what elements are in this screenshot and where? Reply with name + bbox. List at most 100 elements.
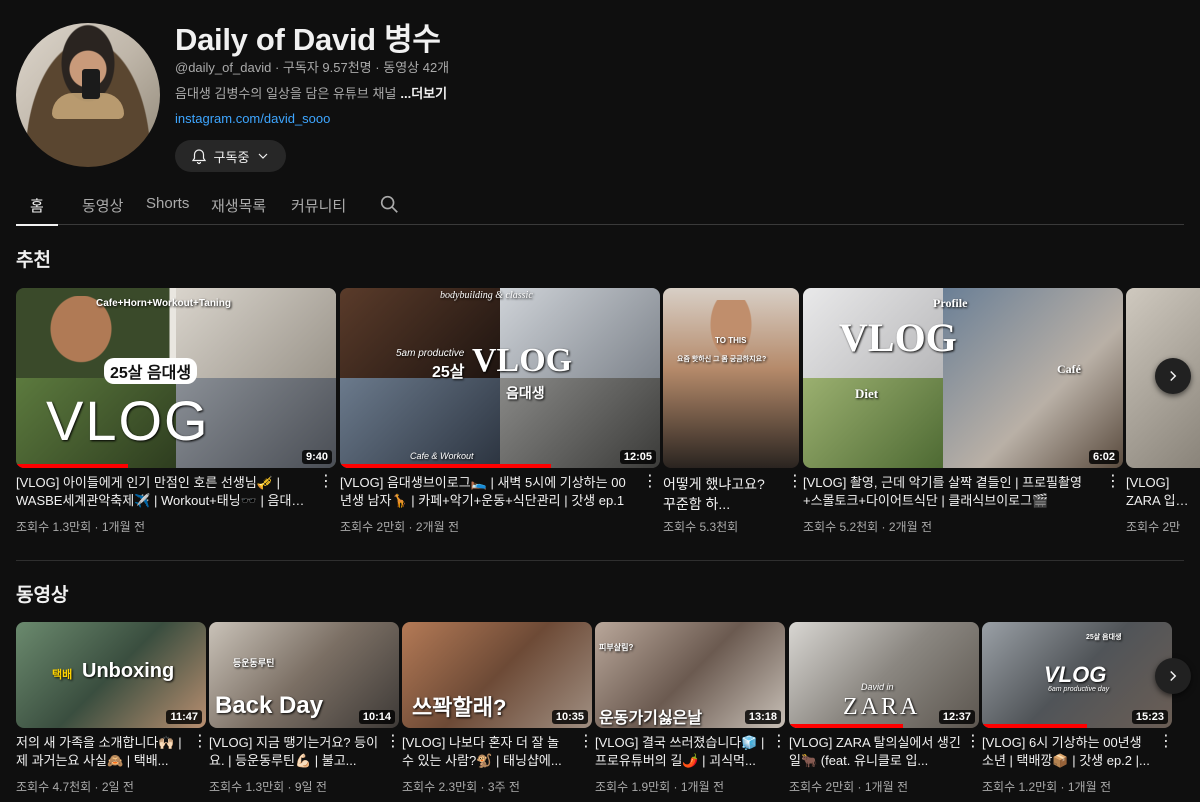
thumb-caption: Profile	[933, 296, 968, 310]
video-thumbnail[interactable]: David in ZARA 12:37	[789, 622, 979, 728]
thumb-caption: 25살 음대생	[1086, 634, 1122, 641]
video-title[interactable]: [VLOG] 지금 땡기는거요? 등이요. | 등운동루틴💪🏻 | 불고...	[209, 734, 381, 770]
chevron-down-icon	[259, 153, 268, 159]
thumb-caption: 6am productive day	[1048, 686, 1110, 693]
thumb-caption: David in	[861, 682, 894, 692]
more-vert-icon[interactable]: ⋮	[1158, 734, 1174, 750]
more-vert-icon[interactable]: ⋮	[578, 734, 594, 750]
video-title[interactable]: [VLOG] ZARA 탈의실에서 생긴 일🐂 (feat. 유니클로 입...	[789, 734, 961, 770]
thumb-caption: VLOG	[472, 342, 573, 379]
video-thumbnail[interactable]: 쓰꽉할래? 10:35	[402, 622, 592, 728]
video-stats: 조회수 1.2만회 · 1개월 전	[982, 780, 1112, 794]
video-card[interactable]: 피부살림? 운동가기싫은날 13:18 [VLOG] 결국 쓰러졌습니다🧊 | …	[595, 622, 787, 802]
video-card[interactable]: bodybuilding & classic 5am productive 25…	[340, 288, 662, 538]
thumb-caption: 운동가기싫은날	[599, 710, 703, 727]
video-duration: 15:23	[1131, 710, 1168, 724]
channel-name: Daily of David 병수	[175, 22, 441, 57]
video-title[interactable]: 어떻게 했냐고요? 꾸준함 하...	[663, 474, 773, 514]
thumb-caption: Cafe & Workout	[410, 451, 474, 461]
thumb-caption: Unboxing	[82, 660, 175, 682]
more-vert-icon[interactable]: ⋮	[1105, 474, 1121, 490]
tab-videos[interactable]: 동영상	[82, 195, 123, 216]
chevron-right-icon	[1170, 370, 1177, 382]
video-stats: 조회수 1.3만회 · 1개월 전	[16, 520, 146, 534]
watch-progress-bar	[789, 724, 903, 728]
carousel-next-button[interactable]	[1155, 358, 1191, 394]
video-title[interactable]: [VLOG] 음대생브이로그🛌 | 새벽 5시에 기상하는 00년생 남자🦒 |…	[340, 474, 630, 510]
thumb-caption: Diet	[855, 386, 879, 401]
channel-avatar[interactable]	[16, 23, 160, 167]
video-duration: 12:05	[619, 450, 656, 464]
video-duration: 11:47	[166, 710, 202, 724]
video-thumbnail[interactable]: 등운동루틴 Back Day 10:14	[209, 622, 399, 728]
short-card[interactable]: TO THIS 요즘 핫하신 그 몸 궁금하지요? 어떻게 했냐고요? 꾸준함 …	[663, 288, 803, 538]
video-stats: 조회수 5.3천회	[663, 520, 739, 534]
more-vert-icon[interactable]: ⋮	[192, 734, 208, 750]
carousel-next-button[interactable]	[1155, 658, 1191, 694]
video-title[interactable]: 저의 새 가족을 소개합니다🙌🏻 | 제 과거는요 사실🙈 | 택배...	[16, 734, 188, 770]
video-title[interactable]: [VLOG] ZARA 입사하는...	[1126, 474, 1196, 510]
thumb-caption: bodybuilding & classic	[440, 290, 533, 301]
more-vert-icon[interactable]: ⋮	[385, 734, 401, 750]
video-stats: 조회수 5.2천회 · 2개월 전	[803, 520, 933, 534]
video-card[interactable]: 쓰꽉할래? 10:35 [VLOG] 나보다 혼자 더 잘 놀 수 있는 사람?…	[402, 622, 594, 802]
search-icon[interactable]	[378, 193, 400, 215]
channel-tabs: 홈 동영상 Shorts 재생목록 커뮤니티	[16, 186, 1184, 225]
watch-progress-bar	[340, 464, 552, 468]
video-card[interactable]: 25살 음대생 VLOG 6am productive day 15:23 [V…	[982, 622, 1174, 802]
more-link[interactable]: ...더보기	[400, 86, 447, 101]
tab-home[interactable]: 홈	[30, 195, 44, 216]
video-duration: 12:37	[938, 710, 975, 724]
video-duration: 10:14	[358, 710, 395, 724]
video-title[interactable]: [VLOG] 나보다 혼자 더 잘 놀 수 있는 사람?🐒 | 태닝샵에...	[402, 734, 574, 770]
channel-link[interactable]: instagram.com/david_sooo	[175, 111, 330, 126]
section-title-videos: 동영상	[16, 585, 69, 606]
video-card[interactable]: Cafe+Horn+Workout+Taning 25살 음대생 VLOG 9:…	[16, 288, 338, 538]
video-card[interactable]: 택배 Unboxing 11:47 저의 새 가족을 소개합니다🙌🏻 | 제 과…	[16, 622, 208, 802]
more-vert-icon[interactable]: ⋮	[771, 734, 787, 750]
more-vert-icon[interactable]: ⋮	[787, 474, 803, 490]
video-thumbnail[interactable]: 택배 Unboxing 11:47	[16, 622, 206, 728]
watch-progress-bar	[982, 724, 1087, 728]
video-thumbnail[interactable]: bodybuilding & classic 5am productive 25…	[340, 288, 660, 468]
description-text: 음대생 김병수의 일상을 담은 유튜브 채널	[175, 86, 397, 101]
tab-community[interactable]: 커뮤니티	[291, 195, 346, 216]
short-thumbnail[interactable]: TO THIS 요즘 핫하신 그 몸 궁금하지요?	[663, 288, 799, 468]
video-duration: 13:18	[744, 710, 781, 724]
video-card[interactable]: VLOG Profile Diet Café 6:02 [VLOG] 촬영, 근…	[803, 288, 1125, 538]
section-divider	[16, 560, 1184, 561]
video-card[interactable]: David in ZARA 12:37 [VLOG] ZARA 탈의실에서 생긴…	[789, 622, 981, 802]
thumb-caption: 쓰꽉할래?	[412, 695, 507, 720]
video-card[interactable]: 등운동루틴 Back Day 10:14 [VLOG] 지금 땡기는거요? 등이…	[209, 622, 401, 802]
video-stats: 조회수 2.3만회 · 3주 전	[402, 780, 520, 794]
more-vert-icon[interactable]: ⋮	[642, 474, 658, 490]
more-vert-icon[interactable]: ⋮	[965, 734, 981, 750]
video-title[interactable]: [VLOG] 6시 기상하는 00년생 소년 | 택배깡📦 | 갓생 ep.2 …	[982, 734, 1154, 770]
video-card[interactable]: [VLOG] ZARA 입사하는... 조회수 2만	[1126, 288, 1200, 538]
subscriber-count: 구독자 9.57천명	[282, 60, 372, 75]
subscribed-label: 구독중	[213, 149, 250, 165]
bell-icon	[191, 149, 206, 165]
video-duration: 9:40	[301, 450, 332, 464]
thumb-caption: 피부살림?	[599, 643, 634, 652]
thumb-caption: 음대생	[506, 385, 545, 401]
channel-handle: @daily_of_david	[175, 60, 272, 75]
video-thumbnail[interactable]: 피부살림? 운동가기싫은날 13:18	[595, 622, 785, 728]
tab-playlists[interactable]: 재생목록	[211, 195, 266, 216]
thumb-caption: Back Day	[215, 692, 324, 719]
avatar-phone	[82, 69, 100, 99]
video-title[interactable]: [VLOG] 결국 쓰러졌습니다🧊 | 프로유튜버의 길🌶️ | 괴식먹...	[595, 734, 767, 770]
thumb-caption: VLOG	[839, 315, 957, 360]
more-vert-icon[interactable]: ⋮	[318, 474, 334, 490]
thumb-caption: VLOG	[46, 389, 210, 452]
video-thumbnail[interactable]: VLOG Profile Diet Café 6:02	[803, 288, 1123, 468]
thumb-caption: 25살 음대생	[104, 358, 198, 384]
video-title[interactable]: [VLOG] 촬영, 근데 악기를 살짝 곁들인 | 프로필촬영 +스몰토크+다…	[803, 474, 1093, 510]
video-title[interactable]: [VLOG] 아이들에게 인기 만점인 호른 선생님🎺 | WASBE세계관악축…	[16, 474, 306, 510]
subscribed-button[interactable]: 구독중	[175, 140, 286, 172]
video-thumbnail[interactable]: Cafe+Horn+Workout+Taning 25살 음대생 VLOG 9:…	[16, 288, 336, 468]
video-thumbnail[interactable]: 25살 음대생 VLOG 6am productive day 15:23	[982, 622, 1172, 728]
thumb-caption: Café	[1057, 362, 1081, 376]
tab-shorts[interactable]: Shorts	[146, 195, 189, 212]
channel-description[interactable]: 음대생 김병수의 일상을 담은 유튜브 채널 ...더보기	[175, 83, 447, 102]
